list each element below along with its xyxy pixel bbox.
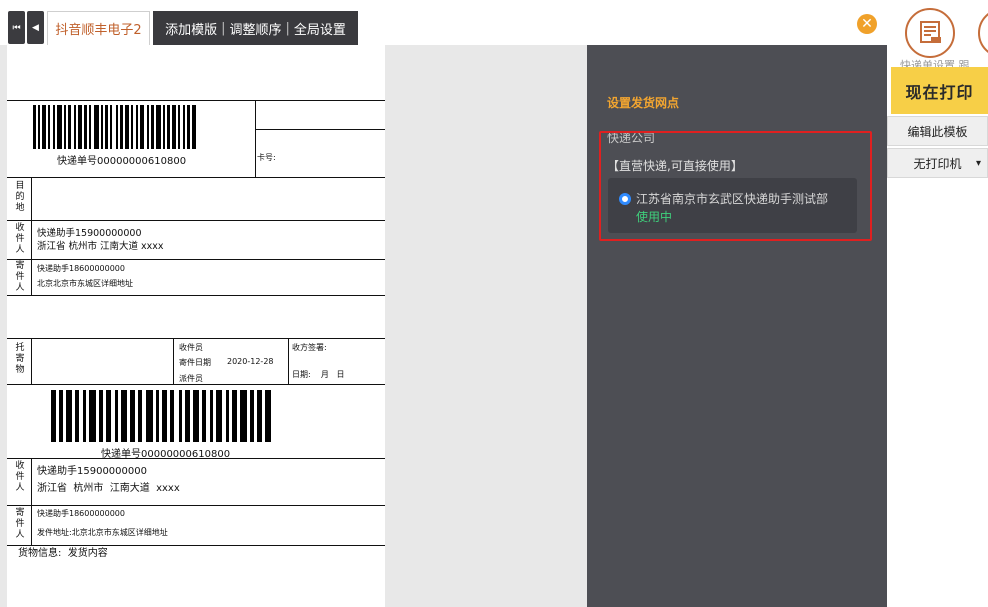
recipient-label-2: 收件人 — [15, 461, 25, 493]
rule — [7, 220, 385, 221]
rule — [7, 295, 385, 296]
printer-select[interactable]: 无打印机 ▾ — [887, 148, 988, 178]
dispatcher-label: 派件员 — [179, 374, 203, 383]
tab-template-active[interactable]: 抖音顺丰电子2 — [47, 11, 150, 45]
template-actions: 添加模版 | 调整顺序 | 全局设置 — [153, 11, 358, 45]
barcode-bar — [265, 390, 271, 442]
printer-select-label: 无打印机 — [913, 156, 962, 171]
print-now-button[interactable]: 现在打印 — [891, 67, 988, 114]
barcode-bar — [146, 390, 153, 442]
rule — [288, 338, 289, 384]
sender-address: 北京北京市东城区详细地址 — [37, 279, 133, 288]
rule — [7, 259, 385, 260]
highlight-box — [599, 131, 872, 241]
send-date-label: 寄件日期 — [179, 358, 211, 367]
rule — [31, 458, 32, 545]
reorder-link[interactable]: 调整顺序 — [229, 19, 281, 38]
consignment-label: 托寄物 — [15, 343, 25, 375]
sender-name-2: 快递助手18600000000 — [37, 509, 125, 518]
first-page-icon[interactable]: ⏮ — [8, 11, 25, 44]
panel-title: 设置发货网点 — [607, 96, 680, 110]
rule — [7, 505, 385, 506]
rule — [7, 177, 385, 178]
rule — [7, 338, 385, 339]
waybill-settings-icon[interactable] — [905, 8, 955, 58]
separator: | — [285, 20, 290, 36]
barcode-top — [33, 105, 231, 149]
rule — [173, 338, 174, 384]
waybill-preview: 快递单号00000000610800 卡号: 目的地 收件人 快递助手15900… — [7, 45, 385, 607]
separator: | — [221, 20, 226, 36]
sender-label: 寄件人 — [15, 261, 25, 293]
recipient-address-2: 浙江省 杭州市 江南大道 xxxx — [37, 483, 180, 494]
recipient-name-2: 快递助手15900000000 — [37, 466, 147, 477]
shipping-branch-panel: 设置发货网点 快递公司 【直营快递,可直接使用】 江苏省南京市玄武区快递助手测试… — [587, 45, 887, 607]
tracking-number-top: 快递单号00000000610800 — [57, 156, 187, 167]
sender-address-2: 发件地址:北京北京市东城区详细地址 — [37, 528, 168, 537]
destination-label: 目的地 — [15, 181, 25, 213]
close-icon[interactable]: ✕ — [857, 14, 877, 34]
edit-template-button[interactable]: 编辑此模板 — [887, 116, 988, 146]
barcode-bottom — [51, 390, 341, 442]
receiver-signature-label: 收方签署: — [292, 343, 327, 352]
send-date: 2020-12-28 — [227, 357, 274, 366]
barcode-bar — [192, 105, 196, 149]
rule — [31, 338, 32, 384]
rule — [7, 100, 385, 101]
tab-bar: ⏮ ◀ 抖音顺丰电子2 添加模版 | 调整顺序 | 全局设置 — [0, 0, 988, 45]
recipient-label: 收件人 — [15, 223, 25, 255]
recipient-name: 快递助手15900000000 — [37, 228, 142, 239]
dropdown-caret-icon: ▾ — [975, 157, 981, 169]
rule — [255, 129, 385, 130]
collector-label: 收件员 — [179, 343, 203, 352]
sender-label-2: 寄件人 — [15, 508, 25, 540]
global-settings-link[interactable]: 全局设置 — [294, 19, 346, 38]
tracking-number-bottom: 快递单号00000000610800 — [101, 449, 231, 460]
rule — [7, 384, 385, 385]
barcode-bar — [240, 390, 247, 442]
prev-page-icon[interactable]: ◀ — [27, 11, 44, 44]
rule — [255, 100, 256, 177]
recipient-address: 浙江省 杭州市 江南大道 xxxx — [37, 241, 164, 252]
sign-date-label: 日期: 月 日 — [292, 370, 345, 379]
goods-info: 货物信息: 发货内容 — [18, 548, 108, 559]
add-template-link[interactable]: 添加模版 — [165, 19, 217, 38]
card-number-label: 卡号: — [257, 153, 276, 162]
sender-name: 快递助手18600000000 — [37, 264, 125, 273]
barcode-bar — [89, 390, 96, 442]
rule — [31, 177, 32, 295]
